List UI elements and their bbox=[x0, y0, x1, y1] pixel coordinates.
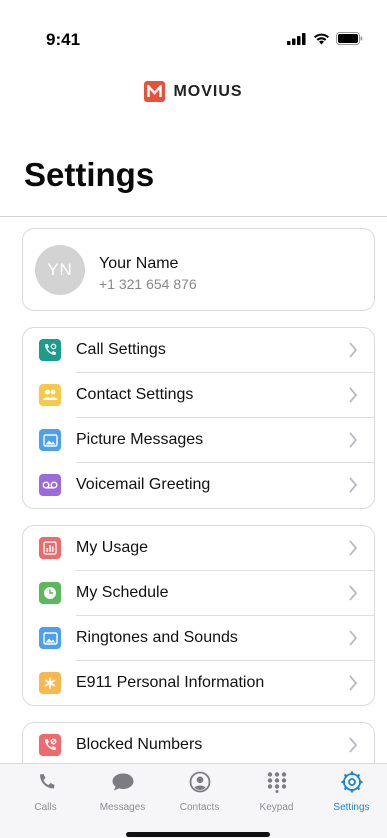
tab-label: Messages bbox=[99, 802, 146, 813]
settings-item-e911-personal-information[interactable]: E911 Personal Information bbox=[23, 661, 374, 706]
settings-item-voicemail-greeting[interactable]: Voicemail Greeting bbox=[23, 463, 374, 508]
clock-icon bbox=[39, 582, 61, 604]
settings-item-contact-settings[interactable]: Contact Settings bbox=[23, 373, 374, 418]
status-bar: 9:41 bbox=[0, 0, 387, 60]
chat-bubble-icon bbox=[111, 770, 135, 794]
settings-item-blocked-numbers[interactable]: Blocked Numbers bbox=[23, 723, 374, 763]
battery-icon bbox=[336, 32, 363, 45]
logo-text: MOVIUS bbox=[173, 82, 243, 100]
chevron-right-icon bbox=[349, 675, 358, 691]
picture-icon bbox=[39, 627, 61, 649]
tab-calls[interactable]: Calls bbox=[7, 770, 84, 820]
keypad-icon bbox=[265, 770, 289, 794]
chevron-right-icon bbox=[349, 432, 358, 448]
wifi-icon bbox=[314, 33, 329, 44]
settings-item-label: My Usage bbox=[76, 539, 149, 556]
settings-item-my-schedule[interactable]: My Schedule bbox=[23, 571, 374, 616]
avatar: YN bbox=[35, 245, 85, 295]
settings-group-1: Call Settings Contact Settings Picture M… bbox=[22, 327, 375, 509]
tab-bar: Calls Messages Contacts Keypad Settings bbox=[0, 763, 387, 838]
settings-item-label: E911 Personal Information bbox=[76, 674, 265, 691]
settings-group-2: My Usage My Schedule Ringtones and Sound… bbox=[22, 525, 375, 706]
settings-item-label: My Schedule bbox=[76, 584, 169, 601]
chevron-right-icon bbox=[349, 540, 358, 556]
settings-item-label: Voicemail Greeting bbox=[76, 476, 211, 493]
status-icons bbox=[287, 32, 363, 45]
settings-group-3: Blocked Numbers bbox=[22, 722, 375, 763]
tab-contacts[interactable]: Contacts bbox=[161, 770, 238, 820]
tab-label: Contacts bbox=[179, 802, 220, 813]
settings-item-label: Blocked Numbers bbox=[76, 736, 203, 753]
asterisk-icon bbox=[39, 672, 61, 694]
tab-label: Settings bbox=[333, 802, 370, 813]
chevron-right-icon bbox=[349, 630, 358, 646]
profile-name: Your Name bbox=[99, 255, 179, 272]
phone-icon bbox=[34, 770, 58, 794]
settings-item-label: Ringtones and Sounds bbox=[76, 629, 238, 646]
settings-item-label: Call Settings bbox=[76, 341, 166, 358]
tab-settings[interactable]: Settings bbox=[313, 770, 387, 820]
settings-item-label: Contact Settings bbox=[76, 386, 194, 403]
settings-item-label: Picture Messages bbox=[76, 431, 204, 448]
settings-item-ringtones-and-sounds[interactable]: Ringtones and Sounds bbox=[23, 616, 374, 661]
chevron-right-icon bbox=[349, 585, 358, 601]
movius-logo-icon bbox=[144, 81, 166, 102]
contacts-icon bbox=[39, 384, 61, 406]
tab-label: Keypad bbox=[259, 802, 294, 813]
chevron-right-icon bbox=[349, 387, 358, 403]
chevron-right-icon bbox=[349, 477, 358, 493]
signal-icon bbox=[287, 32, 306, 45]
phone-gear-icon bbox=[39, 339, 61, 361]
app-logo: MOVIUS bbox=[0, 81, 387, 102]
status-time: 9:41 bbox=[46, 30, 81, 49]
settings-item-my-usage[interactable]: My Usage bbox=[23, 526, 374, 571]
profile-phone: +1 321 654 876 bbox=[99, 276, 197, 292]
voicemail-icon bbox=[39, 474, 61, 496]
usage-chart-icon bbox=[39, 537, 61, 559]
home-indicator[interactable] bbox=[126, 832, 270, 837]
blocked-phone-icon bbox=[39, 734, 61, 756]
chevron-right-icon bbox=[349, 342, 358, 358]
tab-messages[interactable]: Messages bbox=[84, 770, 161, 820]
settings-content[interactable]: YN Your Name +1 321 654 876 Call Setting… bbox=[0, 217, 387, 763]
settings-item-picture-messages[interactable]: Picture Messages bbox=[23, 418, 374, 463]
page-title: Settings bbox=[24, 156, 155, 193]
chevron-right-icon bbox=[349, 737, 358, 753]
settings-item-call-settings[interactable]: Call Settings bbox=[23, 328, 374, 373]
gear-icon bbox=[340, 770, 364, 794]
profile-card[interactable]: YN Your Name +1 321 654 876 bbox=[22, 228, 375, 311]
tab-label: Calls bbox=[34, 802, 57, 813]
picture-icon bbox=[39, 429, 61, 451]
person-circle-icon bbox=[188, 770, 212, 794]
tab-keypad[interactable]: Keypad bbox=[238, 770, 315, 820]
